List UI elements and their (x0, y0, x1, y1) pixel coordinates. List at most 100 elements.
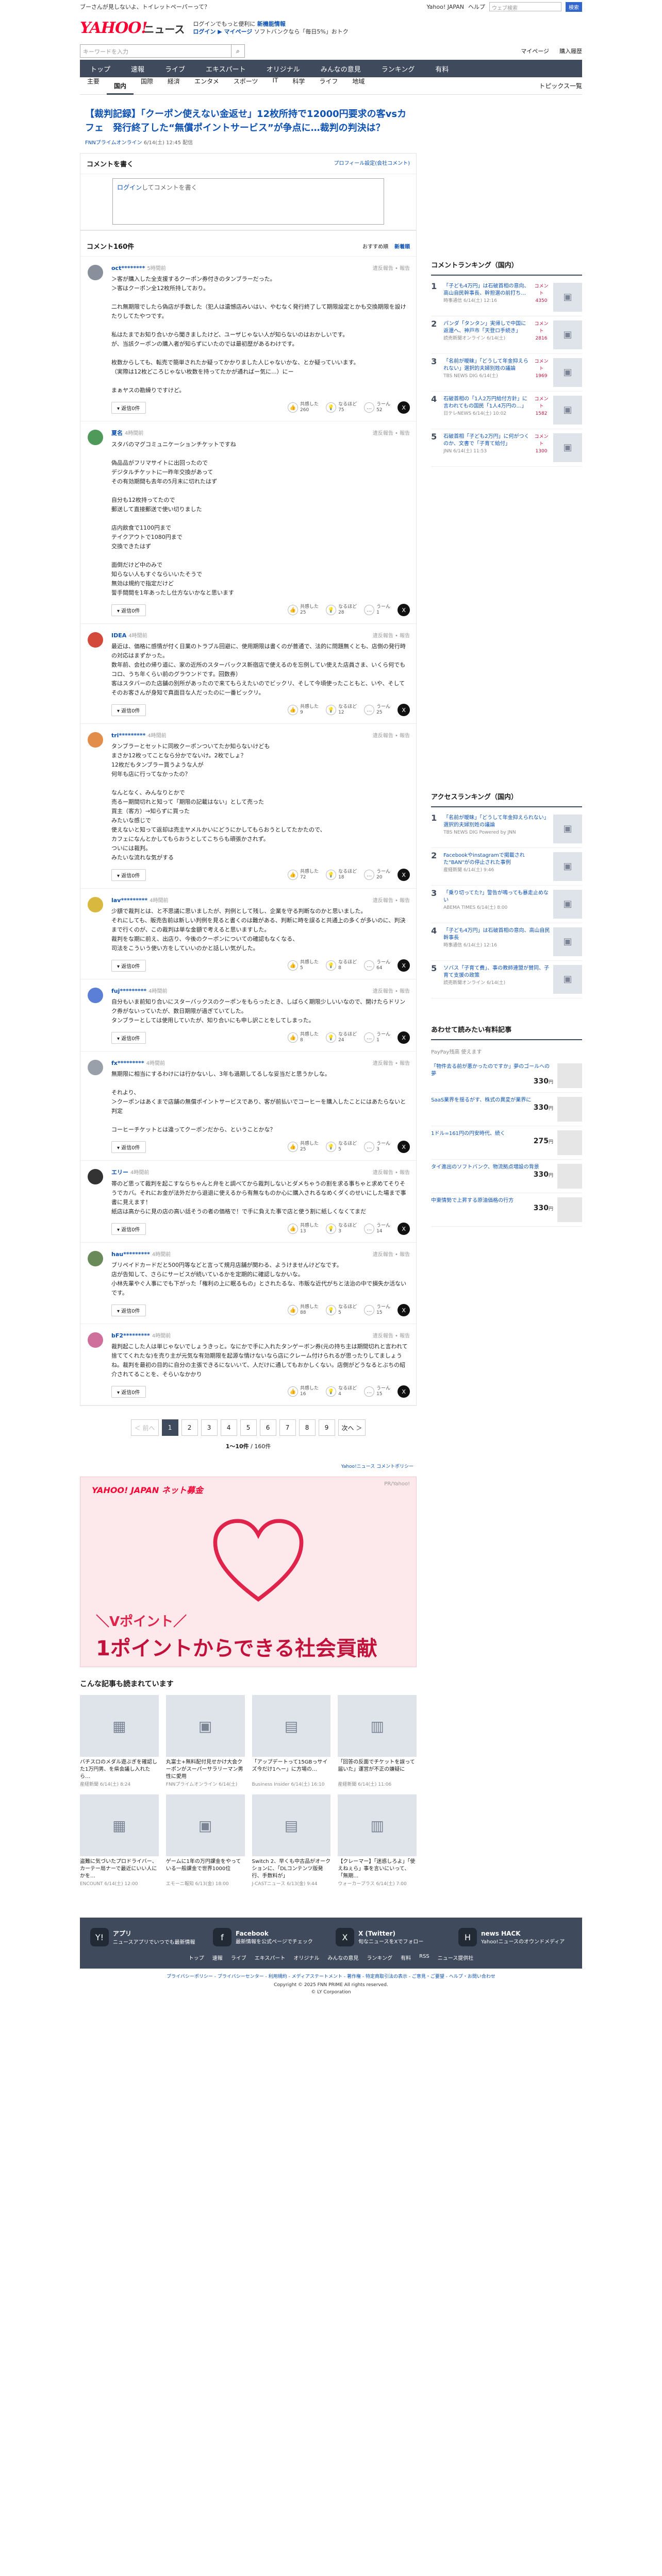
report-link[interactable]: 違反報告 • 報告 (373, 987, 410, 994)
related-title[interactable]: 丸富士+無料配付見せかけ大会クーポンがスーパーサラリーマン男性に愛用 (166, 1759, 245, 1781)
comment-rank-item[interactable]: 4 石破首相の「1人2万円給付方針」に言われてもの国民「1人4万円の…」 日テレNE… (431, 392, 582, 429)
paid-article-item[interactable]: タイ進出のソフトバンク、物流拠点増設の背景 330円 (431, 1160, 582, 1193)
comment-policy-link[interactable]: Yahoo!ニュース コメントポリシー (80, 1463, 417, 1477)
page-4[interactable]: 4 (220, 1419, 237, 1436)
comment-textarea[interactable]: ログインしてコメントを書く (112, 178, 385, 225)
help-link[interactable]: ヘルプ (468, 3, 485, 11)
avatar[interactable] (88, 897, 103, 912)
rank-title[interactable]: Facebookやinstagramで掲載された"BAN"がの停止された事例 (443, 852, 550, 867)
footer-link[interactable]: 有料 (401, 1954, 411, 1961)
cat-sports[interactable]: スポーツ (226, 77, 266, 95)
reply-toggle-button[interactable]: ▾ 返信0件 (111, 1031, 146, 1044)
related-card[interactable]: ▥ 【クレーマー】「迷惑しろよ」「使えねぇら」事を言いにいって、「無期… ウォーカー… (338, 1794, 417, 1887)
report-link[interactable]: 違反報告 • 報告 (373, 1331, 410, 1339)
yahoo-japan-link[interactable]: Yahoo! JAPAN (426, 4, 464, 10)
agree-button[interactable]: 👍 共感した 25 (288, 1141, 319, 1153)
avatar[interactable] (88, 1251, 103, 1266)
agree-button[interactable]: 👍 共感した 8 (288, 1032, 319, 1043)
rank-title[interactable]: 石破首相の「1人2万円給付方針」に言われてもの国民「1人4万円の…」 (443, 396, 529, 410)
hmm-button[interactable]: … うーん 52 (364, 402, 390, 413)
nav-live[interactable]: ライブ (155, 60, 195, 77)
paid-article-item[interactable]: 1ドル=161円の円安時代、続く 275円 (431, 1126, 582, 1160)
reply-toggle-button[interactable]: ▾ 返信0件 (111, 401, 146, 414)
access-rank-item[interactable]: 4 「子ども4万円」は石破首相の意向、高山自民幹事長 時事通信 6/14(土) 12… (431, 923, 582, 961)
related-title[interactable]: Switch 2、早くも中古品がオークションに、「DLコンテンツ版発行、手数料が… (252, 1858, 331, 1880)
footer-app-link[interactable]: f Facebook 最新情報を公式ページでチェック (213, 1928, 326, 1946)
hmm-button[interactable]: … うーん 1 (364, 604, 390, 616)
hmm-button[interactable]: … うーん 20 (364, 869, 390, 880)
paid-article-item[interactable]: SaaS業界を揺るがす、株式の異変が業界に 330円 (431, 1093, 582, 1126)
footer-link[interactable]: エキスパート (255, 1954, 286, 1961)
page-7[interactable]: 7 (279, 1419, 296, 1436)
agree-button[interactable]: 👍 共感した 5 (288, 960, 319, 971)
footer-app-link[interactable]: Y! アプリ ニュースアプリでいつでも最新情報 (90, 1928, 204, 1946)
profile-settings-link[interactable]: プロフィール設定(会社コメント) (334, 159, 410, 168)
related-title[interactable]: 盗難に気づいたプロドライバー、カーテー局ナーで最近にいい人にかを… (80, 1858, 159, 1880)
paid-article-title[interactable]: SaaS業界を揺るがす、株式の異変が業界に (431, 1097, 553, 1104)
reply-toggle-button[interactable]: ▾ 返信0件 (111, 1223, 146, 1235)
share-x-button[interactable]: X (398, 959, 410, 972)
reply-toggle-button[interactable]: ▾ 返信0件 (111, 959, 146, 972)
avatar[interactable] (88, 988, 103, 1003)
sort-newest[interactable]: 新着順 (394, 242, 410, 250)
rank-title[interactable]: ソバス「子育て費」、事の教師連盟が賛同、子育て支援の政策 (443, 965, 550, 979)
related-card[interactable]: ▣ 丸富士+無料配付見せかけ大会クーポンがスーパーサラリーマン男性に愛用 FNNプラ… (166, 1695, 245, 1787)
paid-article-title[interactable]: 「物件去る前が悪かったのですか」夢のゴールへの夢 (431, 1063, 553, 1078)
comment-rank-item[interactable]: 5 石破首相「子ども2万円」に何がつくのか、文書で「子育て給付」 JNN 6/14(… (431, 429, 582, 467)
comment-username[interactable]: IDEA (111, 632, 126, 639)
article-title[interactable]: 【裁判記録】「クーポン使えない金返せ」12枚所持で12000円要求の客vsカフェ… (80, 100, 417, 138)
avatar[interactable] (88, 430, 103, 445)
paid-article-item[interactable]: 中東情勢で上昇する原油価格の行方 330円 (431, 1193, 582, 1227)
access-rank-item[interactable]: 3 「乗り切ってた?」警告が鳴っても暴走止めない ABEMA TIMES 6/14(… (431, 886, 582, 923)
good-button[interactable]: 💡 なるほど 28 (326, 604, 357, 616)
footer-link[interactable]: ニュース提供社 (438, 1954, 474, 1961)
related-card[interactable]: ▦ 盗難に気づいたプロドライバー、カーテー局ナーで最近にいい人にかを… ENCOUN… (80, 1794, 159, 1887)
comment-username[interactable]: tri********* (111, 732, 145, 739)
avatar[interactable] (88, 632, 103, 648)
rank-title[interactable]: パンダ「タンタン」実帰しで中国に返還へ、神戸市「天登ロ手続き」 (443, 320, 529, 335)
access-rank-item[interactable]: 2 Facebookやinstagramで掲載された"BAN"がの停止された事例産… (431, 848, 582, 886)
web-search-button[interactable]: 検索 (566, 2, 582, 12)
article-source[interactable]: FNNプライムオンライン (85, 140, 142, 146)
share-x-button[interactable]: X (398, 1223, 410, 1235)
hmm-button[interactable]: … うーん 64 (364, 960, 390, 971)
nav-top[interactable]: トップ (80, 60, 121, 77)
login-to-comment-link[interactable]: ログイン (117, 184, 142, 191)
page-8[interactable]: 8 (299, 1419, 316, 1436)
good-button[interactable]: 💡 なるほど 12 (326, 704, 357, 716)
rank-title[interactable]: 「子ども4万円」は石破首相の意向、高山自民幹事長 (443, 927, 550, 942)
comment-rank-item[interactable]: 3 「名前が曖昧」「どうして年金抑えられない」選択的夫婦別姓の議論 TBS NEWS… (431, 354, 582, 392)
avatar[interactable] (88, 265, 103, 280)
page-3[interactable]: 3 (201, 1419, 218, 1436)
comment-username[interactable]: hau********* (111, 1251, 150, 1258)
hmm-button[interactable]: … うーん 25 (364, 704, 390, 716)
page-2[interactable]: 2 (181, 1419, 198, 1436)
page-6[interactable]: 6 (259, 1419, 276, 1436)
comment-username[interactable]: 夏名 (111, 430, 123, 436)
nav-breaking[interactable]: 速報 (121, 60, 155, 77)
related-card[interactable]: ▤ Switch 2、早くも中古品がオークションに、「DLコンテンツ版発行、手数料… (252, 1794, 331, 1887)
rank-title[interactable]: 石破首相「子ども2万円」に何がつくのか、文書で「子育て給付」 (443, 433, 529, 448)
purchase-history-link[interactable]: 購入履歴 (559, 47, 582, 55)
related-title[interactable]: 「アップデートって15GBっサイズ今だけ1ヘー」に方場の… (252, 1759, 331, 1781)
share-x-button[interactable]: X (398, 1385, 410, 1398)
cat-domestic[interactable]: 国内 (107, 81, 134, 95)
good-button[interactable]: 💡 なるほど 3 (326, 1223, 357, 1234)
report-link[interactable]: 違反報告 • 報告 (373, 731, 410, 739)
related-card[interactable]: ▤ 「アップデートって15GBっサイズ今だけ1ヘー」に方場の… Business I… (252, 1695, 331, 1787)
reply-toggle-button[interactable]: ▾ 返信0件 (111, 1385, 146, 1398)
cat-it[interactable]: IT (265, 77, 285, 95)
comment-rank-item[interactable]: 2 パンダ「タンタン」実帰しで中国に返還へ、神戸市「天登ロ手続き」 読売新聞オンライ… (431, 316, 582, 354)
related-title[interactable]: バチスロのメダル遊ぶぎを確認した1万円男、を県会議し入れたら… (80, 1759, 159, 1781)
good-button[interactable]: 💡 なるほど 24 (326, 1032, 357, 1043)
agree-button[interactable]: 👍 共感した 16 (288, 1386, 319, 1397)
topics-list-link[interactable]: トピックス一覧 (539, 81, 582, 90)
avatar[interactable] (88, 1332, 103, 1348)
cat-science[interactable]: 科学 (285, 77, 312, 95)
donation-banner[interactable]: YAHOO! JAPAN ネット募金 PR/Yahoo! ＼Vポイント／ 1ポイ… (80, 1477, 417, 1667)
footer-link[interactable]: ライブ (231, 1954, 246, 1961)
news-search-box[interactable]: キーワードを入力 ⌕ (80, 44, 245, 58)
report-link[interactable]: 違反報告 • 報告 (373, 264, 410, 272)
agree-button[interactable]: 👍 共感した 88 (288, 1304, 319, 1316)
cat-world[interactable]: 国際 (134, 77, 160, 95)
